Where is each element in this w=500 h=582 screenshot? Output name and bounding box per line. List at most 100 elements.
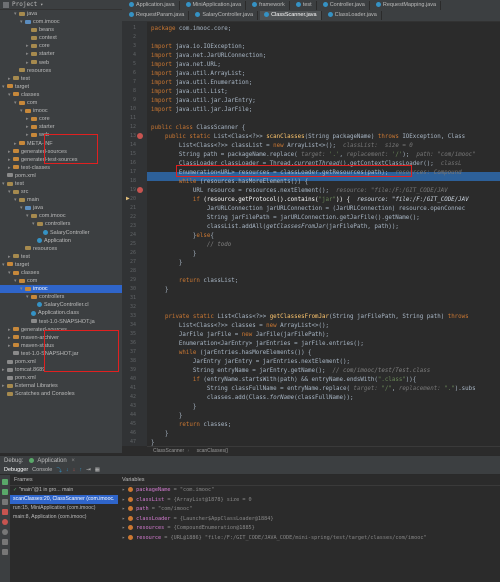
stack-frame[interactable]: run:15, MiniApplication (com.imooc) [10, 504, 118, 513]
stack-frame[interactable]: main:8, Application (com.imooc) [10, 513, 118, 522]
editor-tab[interactable]: MiniApplication.java [182, 0, 247, 10]
tree-item[interactable]: Scratches and Consoles [0, 390, 122, 398]
rerun-icon[interactable] [2, 479, 8, 485]
chevron-right-icon[interactable]: ▸ [122, 535, 125, 541]
tree-item[interactable]: ▸ External Libraries [0, 382, 122, 390]
chevron-right-icon[interactable]: ▸ [122, 525, 125, 531]
tree-item[interactable]: beans [0, 26, 122, 34]
thread-selector[interactable]: ✓ "main"@1 in gro... main [10, 486, 118, 495]
stack-frame[interactable]: scanClasses:20, ClassScanner (com.imooc. [10, 495, 118, 504]
tree-item[interactable]: pom.xml [0, 374, 122, 382]
editor-tab[interactable]: test [292, 0, 317, 10]
step-into-icon[interactable]: ↓ [66, 467, 69, 473]
step-out-icon[interactable]: ↑ [79, 467, 82, 473]
tree-item[interactable]: ▾ target [0, 83, 122, 91]
variable-row[interactable]: ▸ classLoader = {Launcher$AppClassLoader@… [118, 515, 500, 525]
tree-item-label: target [15, 261, 30, 268]
pin-icon[interactable] [2, 549, 8, 555]
tree-item[interactable]: ▾ main [0, 196, 122, 204]
tree-item[interactable]: ▾ com [0, 99, 122, 107]
tree-item[interactable]: Application.class [0, 309, 122, 317]
debug-config-name[interactable]: Application [37, 458, 66, 464]
editor-tab[interactable]: RequestMapping.java [372, 0, 442, 10]
breakpoint-icon[interactable] [137, 133, 143, 139]
tree-item-label: imooc [33, 286, 48, 293]
variable-row[interactable]: ▸ classList = {ArrayList@1878} size = 0 [118, 496, 500, 506]
tree-item[interactable]: ▾ com.imooc [0, 18, 122, 26]
variable-row[interactable]: ▸ packageName = "com.imooc" [118, 486, 500, 496]
breadcrumb-method[interactable]: scanClasses() [197, 448, 229, 454]
variable-row[interactable]: ▸ path = "com/imooc" [118, 505, 500, 515]
breadcrumb-class[interactable]: ClassScanner [153, 448, 184, 454]
tree-item[interactable]: ▾ src [0, 188, 122, 196]
force-step-into-icon[interactable]: ↓ [73, 467, 76, 473]
folder-icon [13, 76, 19, 81]
tree-item[interactable]: context [0, 34, 122, 42]
tree-item-label: core [39, 116, 50, 123]
editor-tab[interactable]: RequestParam.java [125, 10, 190, 20]
folder-icon [19, 11, 25, 16]
tree-item[interactable]: test-1.0-SNAPSHOT.ja [0, 318, 122, 326]
tree-item[interactable]: ▾ target [0, 261, 122, 269]
tree-item[interactable]: ▸ test [0, 253, 122, 261]
resume-icon[interactable] [2, 489, 8, 495]
project-header-label[interactable]: Project [12, 1, 37, 8]
view-breakpoints-icon[interactable] [2, 519, 8, 525]
editor-tab[interactable]: framework [248, 0, 290, 10]
mute-breakpoints-icon[interactable] [2, 529, 8, 535]
settings-icon[interactable] [2, 539, 8, 545]
step-over-icon[interactable]: ⤵ [56, 466, 62, 474]
variable-row[interactable]: ▸ resources = {CompoundEnumeration@1885} [118, 524, 500, 534]
tree-item[interactable]: ▸ starter [0, 123, 122, 131]
tree-item[interactable]: ▾ imooc [0, 285, 122, 294]
line-number: 3 [132, 43, 136, 49]
chevron-right-icon[interactable]: ▸ [122, 487, 125, 493]
chevron-down-icon[interactable]: ▾ [40, 2, 43, 8]
editor-tab[interactable]: Controller.java [319, 0, 370, 10]
tree-item[interactable]: ▾ java [0, 10, 122, 18]
tree-item[interactable]: ▾ java [0, 204, 122, 212]
evaluate-icon[interactable]: ▦ [95, 467, 100, 473]
tree-item[interactable]: ▸ test [0, 75, 122, 83]
chevron-right-icon[interactable]: ▸ [122, 497, 125, 503]
editor-tab[interactable]: SalaryController.java [191, 10, 259, 20]
chevron-right-icon[interactable]: ▸ [122, 506, 125, 512]
pause-icon[interactable] [2, 499, 8, 505]
editor-tab[interactable]: Application.java [125, 0, 180, 10]
code-editor[interactable]: package com.imooc.core; import java.io.I… [147, 21, 500, 446]
run-to-cursor-icon[interactable]: ⇥ [86, 467, 91, 473]
tree-item[interactable]: ▸ starter [0, 50, 122, 58]
tree-item[interactable]: ▸ core [0, 115, 122, 123]
editor-tab[interactable]: ClassScanner.java [260, 10, 322, 20]
tree-item[interactable]: ▾ com.imooc [0, 212, 122, 220]
tree-item[interactable]: Application [0, 237, 122, 245]
variable-name: packageName [136, 487, 171, 493]
editor-tab[interactable]: ClassLoader.java [324, 10, 382, 20]
editor-tab-label: MiniApplication.java [192, 1, 242, 8]
tree-item[interactable]: ▸ test-classes [0, 164, 122, 172]
tree-item[interactable]: ▾ classes [0, 269, 122, 277]
close-icon[interactable]: × [71, 458, 75, 464]
chevron-right-icon[interactable]: ▸ [122, 516, 125, 522]
tree-item-label: core [39, 43, 50, 50]
tree-item[interactable]: SalaryController.cl [0, 301, 122, 309]
tree-item[interactable]: ▸ web [0, 59, 122, 67]
tree-item[interactable]: SalaryController [0, 229, 122, 237]
stop-icon[interactable] [2, 509, 8, 515]
tree-item[interactable]: ▾ com [0, 277, 122, 285]
tab-debugger[interactable]: Debugger [4, 467, 28, 473]
tree-item-label: test [21, 75, 30, 82]
variable-value: = {URL@1886} "file:/F:/GIT_CODE/JAVA_COD… [164, 534, 427, 541]
tree-item[interactable]: ▾ controllers [0, 293, 122, 301]
variable-row[interactable]: ▸ resource = {URL@1886} "file:/F:/GIT_COD… [118, 534, 500, 544]
breakpoint-icon[interactable] [137, 187, 143, 193]
tree-item[interactable]: pom.xml [0, 172, 122, 180]
tree-item[interactable]: resources [0, 245, 122, 253]
tab-console[interactable]: Console [32, 467, 52, 473]
tree-item[interactable]: ▾ imooc [0, 107, 122, 115]
tree-item[interactable]: ▾ test [0, 180, 122, 188]
tree-item[interactable]: ▸ core [0, 42, 122, 50]
tree-item[interactable]: ▾ controllers [0, 220, 122, 228]
tree-item[interactable]: resources [0, 67, 122, 75]
tree-item[interactable]: ▾ classes [0, 91, 122, 99]
